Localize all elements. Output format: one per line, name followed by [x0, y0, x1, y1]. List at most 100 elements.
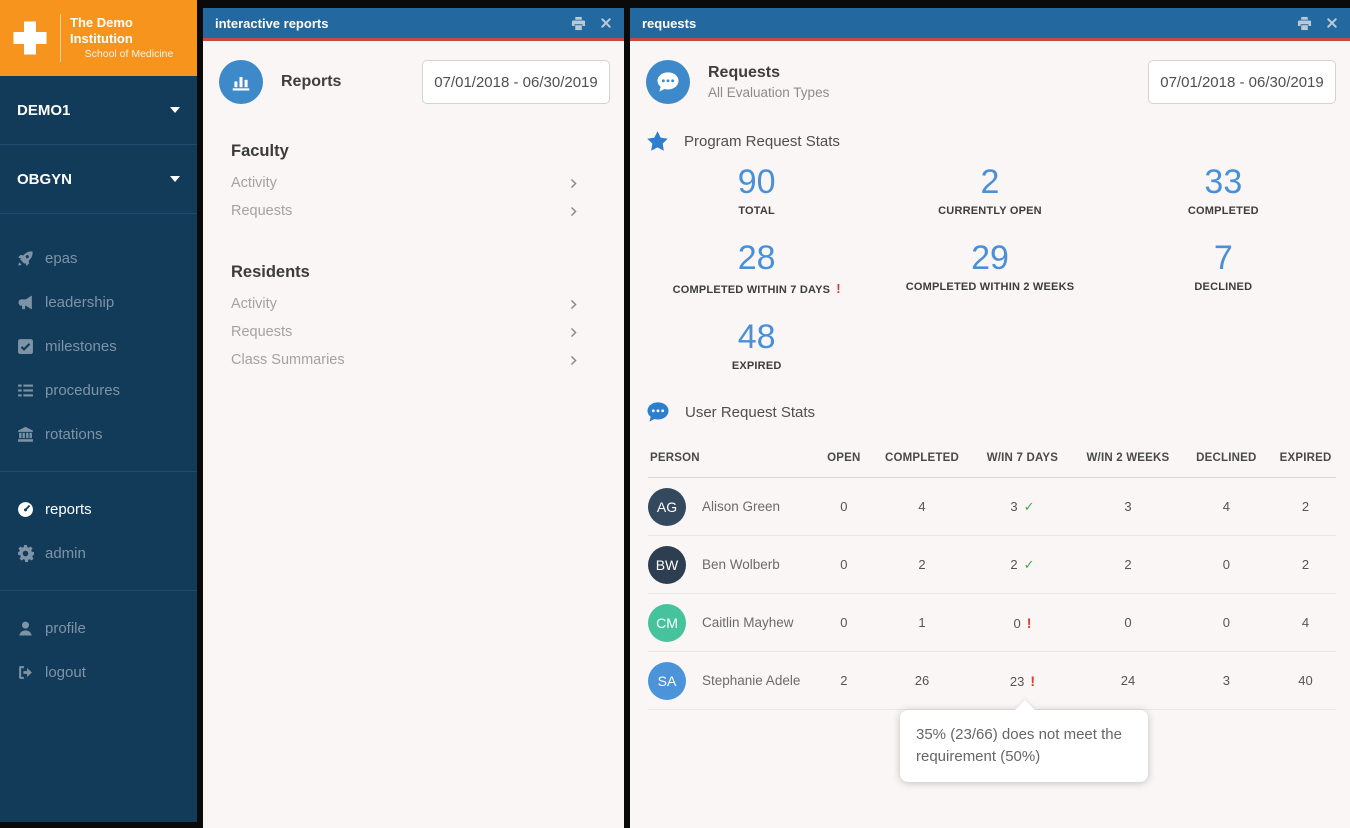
cell-open: 2 [810, 651, 878, 710]
cell-declined: 0 [1177, 593, 1276, 652]
program-stats-header: Program Request Stats [630, 118, 1350, 161]
sidebar-item-label: admin [45, 544, 86, 562]
col-win-7-days: W/IN 7 DAYS [966, 436, 1079, 478]
avatar: CM [648, 603, 686, 642]
sidebar-item-reports[interactable]: reports [0, 487, 197, 531]
stat-value: 48 [737, 318, 776, 356]
panel-title: requests [642, 15, 697, 31]
report-link-residents-requests[interactable]: Requests [231, 318, 580, 346]
sidebar-item-logout[interactable]: logout [0, 650, 197, 694]
report-link-label: Activity [231, 175, 277, 191]
date-range-input[interactable]: 07/01/2018 - 06/30/2019 [1148, 60, 1336, 104]
check-icon: ✓ [1023, 556, 1035, 572]
chevron-right-icon [567, 298, 580, 311]
sidebar-item-label: reports [45, 500, 92, 518]
stat-completed: 33 COMPLETED [1107, 163, 1340, 217]
sidebar-item-admin[interactable]: admin [0, 531, 197, 575]
table-row[interactable]: AG Alison Green 0 4 3 ✓ 3 4 2 [648, 477, 1336, 536]
report-link-residents-class-summaries[interactable]: Class Summaries [231, 346, 580, 374]
check-square-icon [17, 338, 34, 355]
col-expired: EXPIRED [1275, 436, 1336, 478]
check-icon: ✓ [1023, 498, 1035, 514]
chevron-right-icon [567, 177, 580, 190]
col-open: OPEN [810, 436, 878, 478]
stat-value: 7 [1213, 239, 1233, 277]
group-heading-residents: Residents [231, 263, 310, 281]
user-icon [17, 620, 34, 637]
cell-expired: 2 [1275, 477, 1336, 536]
sidebar-item-label: rotations [45, 425, 103, 443]
user-stats-title: User Request Stats [685, 403, 816, 421]
cell-expired: 2 [1275, 535, 1336, 594]
avatar: BW [648, 545, 686, 584]
sidebar-item-label: milestones [45, 337, 117, 355]
chevron-down-icon [170, 107, 180, 113]
org-selector[interactable]: DEMO1 [0, 76, 197, 145]
avatar: SA [648, 661, 686, 700]
print-icon[interactable] [1297, 16, 1312, 31]
person-name: Caitlin Mayhew [702, 615, 794, 630]
report-link-faculty-activity[interactable]: Activity [231, 169, 580, 197]
sidebar-item-epas[interactable]: epas [0, 236, 197, 280]
date-range-input[interactable]: 07/01/2018 - 06/30/2019 [422, 60, 610, 104]
report-link-faculty-requests[interactable]: Requests [231, 197, 580, 225]
department-selector[interactable]: OBGYN [0, 145, 197, 214]
cell-expired: 4 [1275, 593, 1336, 652]
group-heading-faculty: Faculty [231, 142, 289, 160]
stat-value: 90 [737, 163, 776, 201]
sidebar-item-milestones[interactable]: milestones [0, 324, 197, 368]
sidebar-item-procedures[interactable]: procedures [0, 368, 197, 412]
gear-icon [17, 544, 34, 562]
table-header-row: PERSON OPEN COMPLETED W/IN 7 DAYS W/IN 2… [648, 436, 1336, 478]
tooltip-text: 35% (23/66) does not meet the requiremen… [916, 726, 1122, 765]
cell-completed: 26 [877, 651, 967, 710]
rocket-icon [17, 250, 34, 267]
cell-expired: 40 [1275, 651, 1336, 710]
stat-label: EXPIRED [731, 360, 782, 372]
stat-declined: 7 DECLINED [1107, 239, 1340, 296]
sidebar-item-profile[interactable]: profile [0, 606, 197, 650]
sidebar-item-label: profile [45, 619, 86, 637]
sidebar-item-leadership[interactable]: leadership [0, 280, 197, 324]
stat-completed-7-days: 28 COMPLETED WITHIN 7 DAYS! [640, 239, 873, 296]
table-row[interactable]: BW Ben Wolberb 0 2 2 ✓ 2 0 2 [648, 535, 1336, 594]
cell-win-2-weeks: 24 [1078, 651, 1178, 710]
cell-win-2-weeks: 3 [1078, 477, 1178, 536]
cell-win-7-days: 2 ✓ [966, 535, 1079, 594]
col-person: PERSON [648, 436, 811, 478]
cell-completed: 2 [877, 535, 967, 594]
chevron-right-icon [567, 205, 580, 218]
stat-value: 33 [1204, 163, 1243, 201]
institution-subtitle: School of Medicine [84, 47, 174, 60]
interactive-reports-panel: interactive reports Reports 07/01/2018 -… [203, 8, 624, 828]
report-link-label: Requests [231, 324, 293, 340]
stat-completed-2-weeks: 29 COMPLETED WITHIN 2 WEEKS [873, 239, 1106, 296]
person-name: Alison Green [702, 499, 781, 514]
sidebar-item-rotations[interactable]: rotations [0, 412, 197, 456]
print-icon[interactable] [571, 16, 586, 31]
cell-win-2-weeks: 0 [1078, 593, 1178, 652]
alert-icon: ! [836, 281, 841, 296]
close-icon[interactable] [600, 17, 612, 29]
panel-title: interactive reports [215, 15, 329, 31]
close-icon[interactable] [1326, 17, 1338, 29]
stat-label: COMPLETED [1187, 205, 1259, 217]
sidebar-item-label: logout [45, 663, 86, 681]
dashboard-icon [17, 501, 34, 518]
stat-label: COMPLETED WITHIN 7 DAYS! [672, 281, 841, 296]
comment-icon [646, 400, 670, 424]
department-selector-label: OBGYN [17, 170, 73, 188]
stat-label: TOTAL [738, 205, 775, 217]
stat-label: COMPLETED WITHIN 2 WEEKS [905, 281, 1075, 293]
comment-icon [646, 60, 690, 104]
chevron-right-icon [567, 354, 580, 367]
col-win-2-weeks: W/IN 2 WEEKS [1078, 436, 1178, 478]
institution-name: The Demo Institution [70, 15, 133, 47]
table-row[interactable]: CM Caitlin Mayhew 0 1 0! 0 0 4 [648, 593, 1336, 652]
report-link-residents-activity[interactable]: Activity [231, 290, 580, 318]
person-name: Ben Wolberb [702, 557, 780, 572]
table-row[interactable]: SA Stephanie Adele 2 26 23! 24 3 40 [648, 651, 1336, 710]
program-stats-title: Program Request Stats [684, 133, 840, 150]
stat-total: 90 TOTAL [640, 163, 873, 217]
person-name: Stephanie Adele [702, 673, 801, 688]
